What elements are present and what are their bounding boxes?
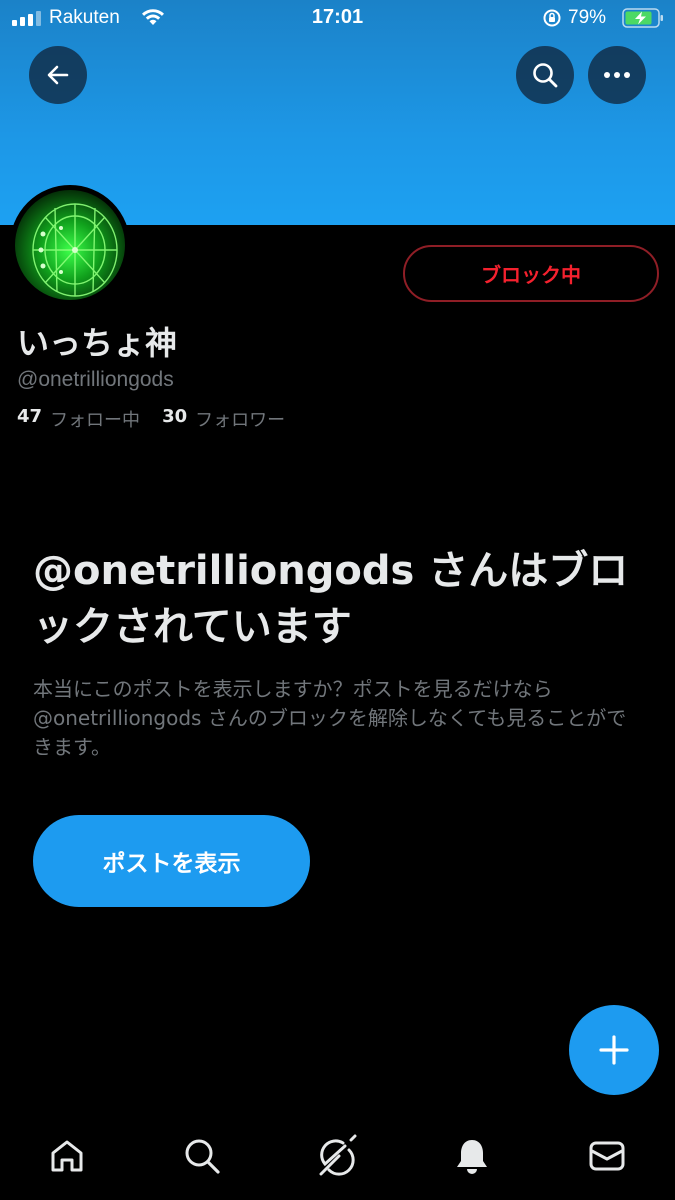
show-posts-button[interactable]: ポストを表示 [33, 815, 310, 907]
following-count: 47 [17, 406, 43, 427]
battery-percentage: 79% [568, 7, 607, 28]
battery-charging-icon [622, 8, 663, 28]
bottom-tab-bar [0, 1112, 675, 1200]
blocking-button[interactable]: ブロック中 [403, 245, 659, 302]
avatar-image [15, 190, 125, 300]
following-label: フォロー中 [50, 410, 141, 431]
followers-link[interactable]: 30 フォロワー [162, 406, 285, 432]
back-button[interactable] [29, 46, 87, 104]
more-horizontal-icon [604, 72, 630, 78]
compose-button[interactable] [569, 1005, 659, 1095]
status-bar: Rakuten 17:01 79% [0, 0, 675, 38]
profile-avatar[interactable] [10, 185, 130, 305]
tab-home[interactable] [45, 1134, 89, 1178]
followers-label: フォロワー [195, 410, 286, 431]
following-link[interactable]: 47 フォロー中 [17, 406, 140, 432]
more-button[interactable] [588, 46, 646, 104]
grok-icon [319, 1134, 357, 1176]
follow-stats: 47 フォロー中 30 フォロワー [17, 406, 285, 432]
search-icon [185, 1139, 220, 1174]
rotation-lock-icon [543, 9, 561, 27]
search-button[interactable] [516, 46, 574, 104]
tab-messages[interactable] [585, 1134, 629, 1178]
profile-handle: @onetrilliongods [17, 368, 174, 391]
tab-search[interactable] [180, 1134, 224, 1178]
tab-grok[interactable] [315, 1134, 359, 1178]
bell-icon [457, 1140, 487, 1174]
blocked-headline: @onetrilliongods さんはブロックされています [33, 548, 629, 650]
blocked-description: 本当にこのポストを表示しますか？ポストを見るだけなら @onetrilliong… [33, 677, 627, 759]
arrow-left-icon [47, 65, 69, 85]
followers-count: 30 [162, 406, 188, 427]
home-icon [51, 1140, 83, 1172]
profile-display-name: いっちょ神 [17, 324, 178, 362]
search-icon [533, 63, 558, 88]
mail-icon [589, 1141, 625, 1171]
tab-notifications[interactable] [450, 1134, 494, 1178]
plus-icon [599, 1035, 629, 1065]
